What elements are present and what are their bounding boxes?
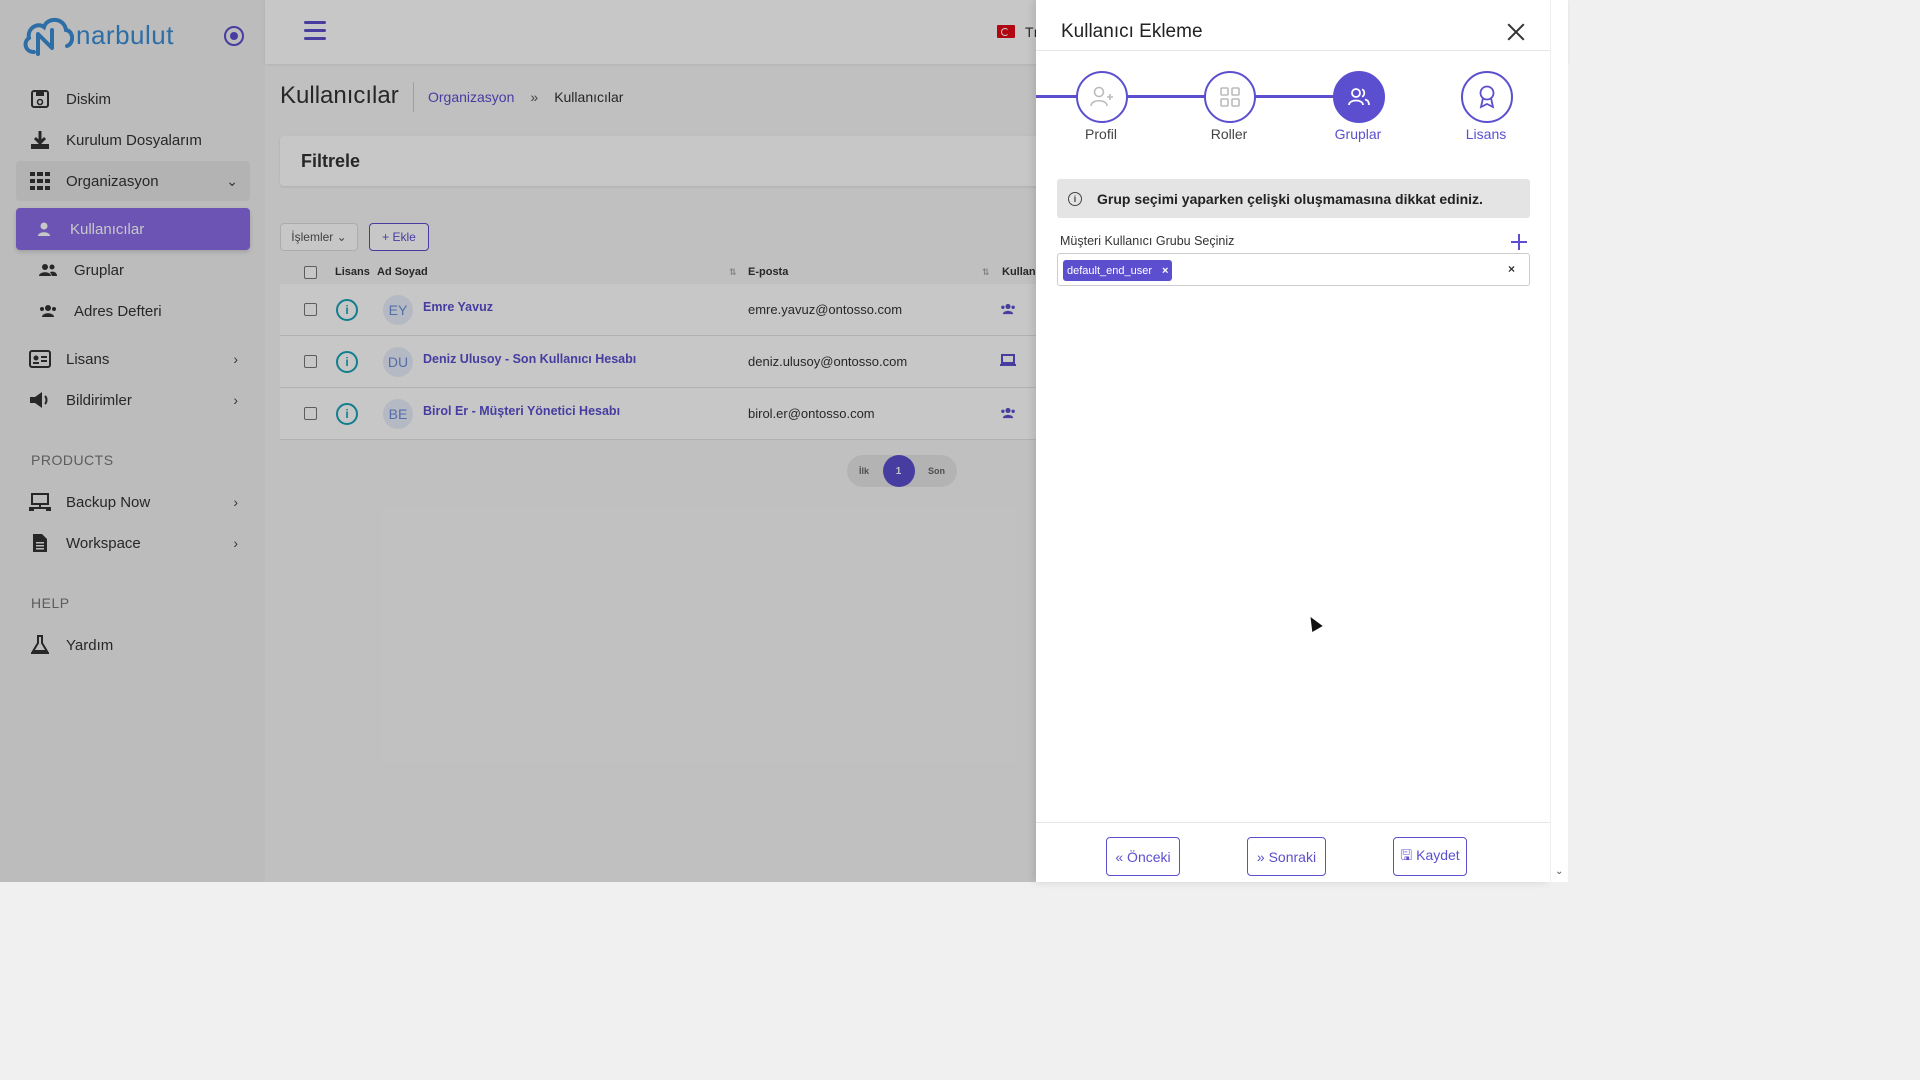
divider <box>1036 50 1550 51</box>
next-button[interactable]: » Sonraki <box>1247 837 1326 876</box>
step-label-gruplar: Gruplar <box>1334 126 1382 142</box>
add-group-icon[interactable] <box>1511 234 1527 250</box>
scroll-down-icon[interactable]: ⌄ <box>1555 866 1563 877</box>
award-icon <box>1479 85 1495 109</box>
clear-selection-icon[interactable]: × <box>1508 262 1515 276</box>
step-lisans[interactable] <box>1461 71 1513 123</box>
warning-alert: i Grup seçimi yaparken çelişki oluşmamas… <box>1057 179 1530 218</box>
selected-group-tag: default_end_user × <box>1063 260 1173 281</box>
divider <box>1036 822 1550 823</box>
scrollbar[interactable]: ⌄ <box>1550 0 1568 882</box>
modal-backdrop[interactable] <box>0 0 1036 882</box>
step-profil[interactable] <box>1076 71 1128 123</box>
step-label-lisans: Lisans <box>1465 126 1507 142</box>
info-icon: i <box>1068 191 1082 206</box>
step-roller[interactable] <box>1204 71 1256 123</box>
group-select-label: Müşteri Kullanıcı Grubu Seçiniz <box>1060 234 1235 248</box>
alert-text: Grup seçimi yaparken çelişki oluşmamasın… <box>1097 190 1483 207</box>
users-icon <box>1348 88 1370 106</box>
add-user-drawer: Kullanıcı Ekleme Profil Roller Gruplar L… <box>1036 0 1550 882</box>
drawer-title: Kullanıcı Ekleme <box>1061 21 1203 42</box>
step-gruplar[interactable] <box>1333 71 1385 123</box>
grid-icon <box>1220 87 1240 107</box>
group-multiselect[interactable]: default_end_user × × <box>1057 253 1530 286</box>
tag-remove-icon[interactable]: × <box>1162 265 1168 277</box>
previous-button[interactable]: « Önceki <box>1106 837 1180 876</box>
step-label-roller: Roller <box>1210 126 1248 142</box>
user-plus-icon <box>1090 86 1113 107</box>
save-button[interactable]: 🖫 Kaydet <box>1393 837 1467 876</box>
step-label-profil: Profil <box>1085 126 1117 142</box>
tag-label: default_end_user <box>1067 264 1153 277</box>
close-icon[interactable] <box>1506 22 1526 42</box>
